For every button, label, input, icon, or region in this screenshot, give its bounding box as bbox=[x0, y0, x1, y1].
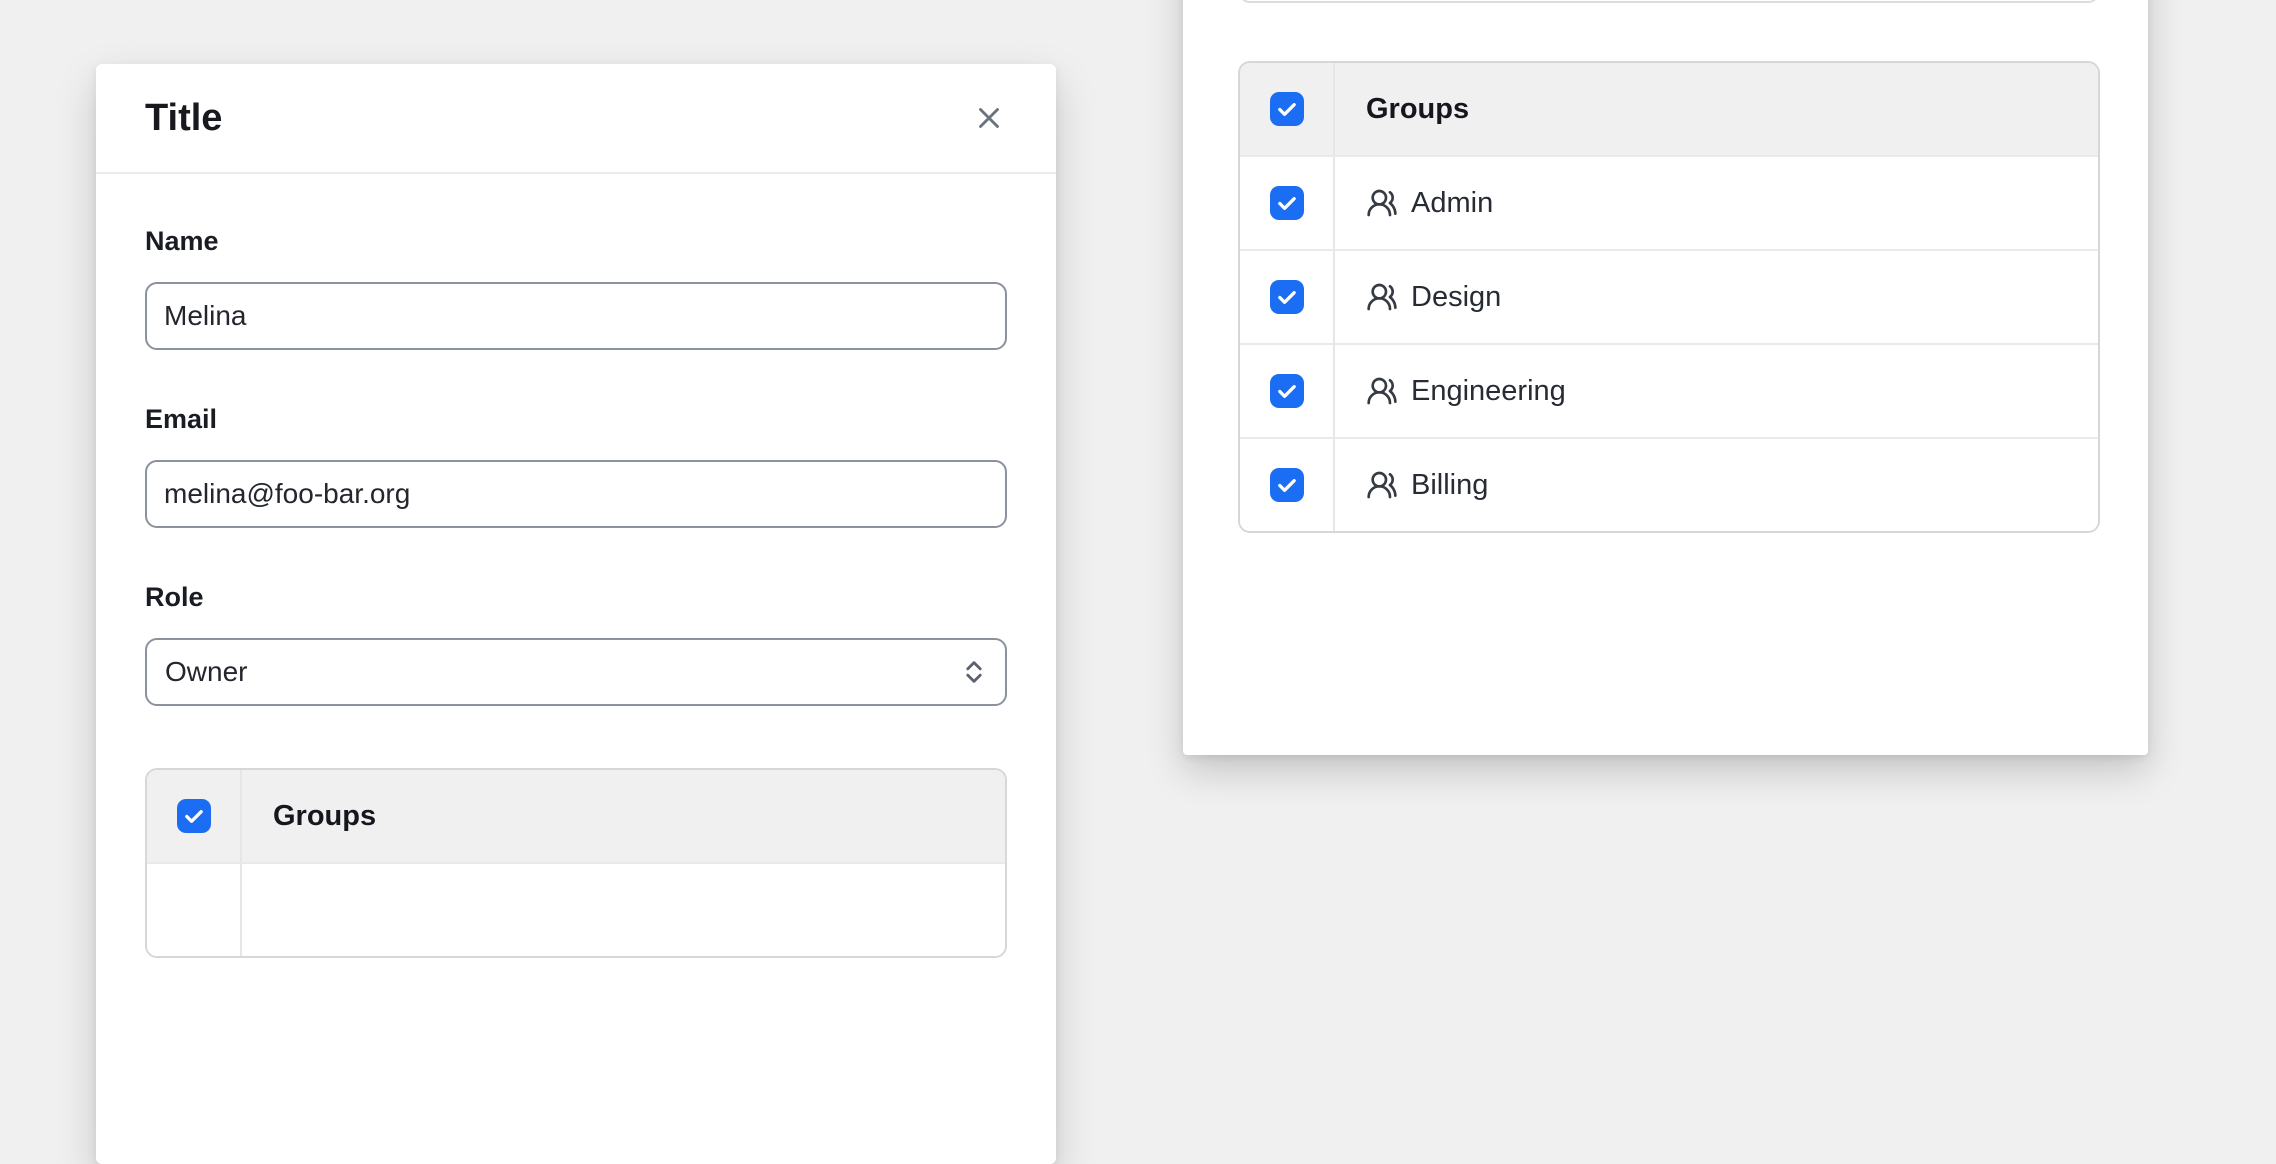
role-field-group: Role Owner bbox=[145, 580, 1007, 706]
users-icon bbox=[1366, 187, 1398, 219]
modal-header: Title bbox=[96, 64, 1056, 174]
row-checkbox-cell bbox=[1240, 251, 1335, 343]
check-icon bbox=[1275, 98, 1298, 121]
groups-panel: Groups Admin Design bbox=[1183, 0, 2148, 755]
role-select[interactable]: Owner bbox=[145, 638, 1007, 706]
role-label: Role bbox=[145, 580, 1007, 614]
check-icon bbox=[1275, 380, 1298, 403]
groups-table: Groups Admin Design bbox=[1238, 61, 2100, 533]
row-checkbox[interactable] bbox=[1270, 468, 1304, 502]
group-name: Billing bbox=[1411, 469, 1488, 502]
groups-column-header: Groups bbox=[242, 770, 1005, 862]
table-row-design[interactable]: Design bbox=[1240, 249, 2098, 343]
check-icon bbox=[1275, 474, 1298, 497]
edit-user-modal: Title Name Email Role Owner bbox=[96, 64, 1056, 1164]
x-icon bbox=[972, 101, 1006, 135]
select-all-checkbox[interactable] bbox=[177, 799, 211, 833]
row-content-cell: Admin bbox=[1335, 157, 2098, 249]
row-content-cell: Billing bbox=[1335, 439, 2098, 531]
row-checkbox-cell bbox=[1240, 439, 1335, 531]
row-content-cell bbox=[242, 864, 1005, 956]
name-field-group: Name bbox=[145, 224, 1007, 350]
check-icon bbox=[182, 805, 205, 828]
row-checkbox-cell bbox=[1240, 157, 1335, 249]
modal-body: Name Email Role Owner Groups bbox=[96, 174, 1056, 958]
row-checkbox[interactable] bbox=[1270, 374, 1304, 408]
chevron-up-down-icon bbox=[959, 657, 989, 687]
email-field-group: Email bbox=[145, 402, 1007, 528]
users-icon bbox=[1366, 281, 1398, 313]
group-name: Engineering bbox=[1411, 375, 1566, 408]
close-button[interactable] bbox=[966, 95, 1012, 141]
table-row-engineering[interactable]: Engineering bbox=[1240, 343, 2098, 437]
group-name: Admin bbox=[1411, 187, 1493, 220]
row-checkbox-cell bbox=[147, 864, 242, 956]
previous-element-bottom-edge bbox=[1238, 0, 2100, 3]
row-content-cell: Design bbox=[1335, 251, 2098, 343]
row-checkbox-cell bbox=[1240, 345, 1335, 437]
group-name: Design bbox=[1411, 281, 1501, 314]
email-input[interactable] bbox=[145, 460, 1007, 528]
select-all-checkbox[interactable] bbox=[1270, 92, 1304, 126]
header-checkbox-cell bbox=[147, 770, 242, 862]
users-icon bbox=[1366, 469, 1398, 501]
name-label: Name bbox=[145, 224, 1007, 258]
modal-title: Title bbox=[145, 97, 222, 140]
row-content-cell: Engineering bbox=[1335, 345, 2098, 437]
check-icon bbox=[1275, 192, 1298, 215]
header-checkbox-cell bbox=[1240, 63, 1335, 155]
users-icon bbox=[1366, 375, 1398, 407]
groups-column-header: Groups bbox=[1335, 63, 2098, 155]
email-label: Email bbox=[145, 402, 1007, 436]
role-select-value: Owner bbox=[165, 656, 247, 688]
table-row-admin[interactable]: Admin bbox=[1240, 155, 2098, 249]
name-input[interactable] bbox=[145, 282, 1007, 350]
row-checkbox[interactable] bbox=[1270, 280, 1304, 314]
groups-table-header-row: Groups bbox=[147, 770, 1005, 862]
row-checkbox[interactable] bbox=[1270, 186, 1304, 220]
modal-groups-table: Groups bbox=[145, 768, 1007, 958]
groups-table-header-row: Groups bbox=[1240, 63, 2098, 155]
table-row-partial[interactable] bbox=[147, 862, 1005, 956]
check-icon bbox=[1275, 286, 1298, 309]
table-row-billing[interactable]: Billing bbox=[1240, 437, 2098, 531]
